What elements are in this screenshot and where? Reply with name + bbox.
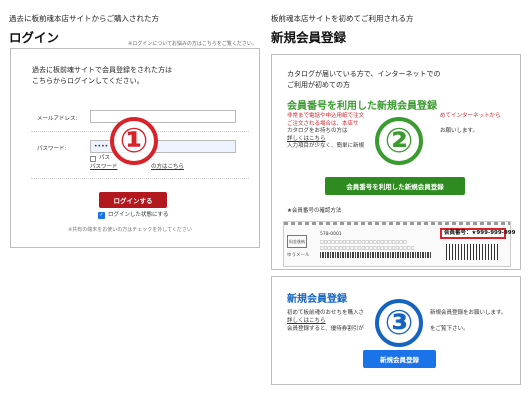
address-line1: □□□□□□□□□□□□□□□□□□□□□□□ [320,239,407,244]
postage-stamp: 料金後納 [287,235,307,248]
login-panel: 過去に板前魂サイトで会員登録をされた方は こちらからログインしてください。 メー… [10,48,260,248]
show-password-label: パス [99,155,111,161]
dark-note-line1: カタログをお持ちの方は [287,128,348,134]
new-member-panel: 新規会員登録 初めて板前魂のおせちを購入さ 新規会員登録をお願いします。 詳しく… [271,276,521,385]
catalog-intro-line1: カタログが届いている方で、インターネットでの [287,70,441,78]
new-member-button[interactable]: 新規会員登録 [363,350,436,368]
barcode [320,252,432,258]
step-marker-3: ③ [375,299,423,347]
forgot-password-link[interactable]: パスワード [90,164,118,172]
perforation [284,222,510,225]
new-member-line1-right: 新規会員登録をお願いします。 [430,310,507,316]
new-member-line2-right: をご覧下さい。 [430,326,469,332]
label-barcode [446,244,500,260]
new-member-line2: 会員登録すると、優待券割引が [287,326,364,332]
register-title: 新規会員登録 [271,30,347,45]
email-label: メールアドレス: [37,116,78,122]
address-line2: □□□□□□□□□□□□□□□□□□□□□□□□□ [320,245,415,250]
catalog-intro-line2: ご利用が初めての方 [287,81,350,89]
step-marker-2: ② [375,117,423,165]
login-title: ログイン [9,30,60,45]
remember-me-label: ログインした状態にする [108,212,169,218]
show-password-checkbox[interactable] [90,156,96,162]
dark-note-right: お願いします。 [440,128,478,134]
how-to-check-label: ★会員番号の確認方法 [287,208,342,214]
register-subtitle: 板前魂本店サイトを初めてご利用される方 [271,14,414,23]
new-member-heading: 新規会員登録 [287,294,347,305]
mail-type: ゆうメール [287,253,310,258]
forgot-password-link-tail[interactable]: の方はこちら [151,164,184,172]
divider [31,178,249,179]
login-help-note[interactable]: ※ログインについてお悩みの方はこちらをご覧ください。 [128,40,257,47]
login-intro-line1: 過去に板前魂サイトで会員登録をされた方は [32,66,172,74]
shared-device-note: ※共有の端末をお使いの方はチェックを外してください [68,227,192,233]
red-note-right: めてインターネットから [440,113,501,119]
dark-note-line2: 入力項目が少なく、簡単に新規 [287,143,365,149]
login-subtitle: 過去に板前魂本店サイトからご購入された方 [9,14,159,23]
login-intro-line2: こちらからログインしてください。 [32,77,144,85]
member-number-highlight: 会員番号：★999-999-999 [440,228,515,239]
email-field[interactable] [90,110,236,123]
step-marker-1: ① [110,117,158,165]
password-label: パスワード: [37,146,67,152]
mail-label-sample: 料金後納 ゆうメール 578-0001 □□□□□□□□□□□□□□□□□□□□… [283,221,515,267]
red-note-line2: ご注文される場合は、本店サ [287,120,359,127]
new-member-details-link[interactable]: 詳しくはこちら [287,318,326,326]
remember-me-checkbox[interactable]: ✓ [98,212,105,219]
member-register-button[interactable]: 会員番号を利用した新規会員登録 [325,177,465,195]
new-member-line1: 初めて板前魂のおせちを購入さ [287,310,365,316]
member-register-panel: カタログが届いている方で、インターネットでの ご利用が初めての方 会員番号を利用… [271,54,521,270]
login-button[interactable]: ログインする [99,192,167,208]
details-link[interactable]: 詳しくはこちら [287,136,326,144]
red-note-line1: 非常まで電話や申込用紙で注文 [287,113,365,119]
member-register-heading: 会員番号を利用した新規会員登録 [287,101,437,112]
postal-code: 578-0001 [320,232,342,237]
